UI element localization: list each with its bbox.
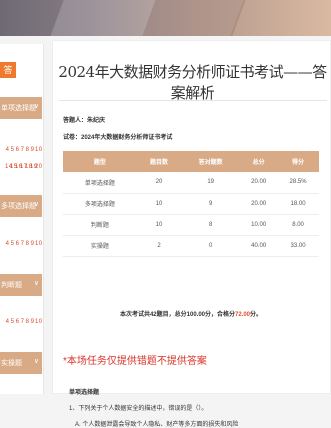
sidebar-section-label: 实操题 xyxy=(1,360,22,367)
student-name: 答题人：朱纪庆 xyxy=(63,118,106,124)
answer-sheet-tag: 答 xyxy=(0,62,16,78)
divider xyxy=(59,100,327,101)
question-number[interactable]: 10 xyxy=(35,315,42,329)
table-cell: 20.00 xyxy=(240,172,278,194)
paper-name: 试卷：2024年大数据财务分析师证书考试 xyxy=(63,135,173,141)
table-cell: 单项选择题 xyxy=(63,172,137,194)
answer-analysis-card: 2024年大数据财务分析师证书考试——答案解析 答题人：朱纪庆 试卷：2024年… xyxy=(52,40,331,428)
question-number-row: 45678910 xyxy=(0,315,42,329)
column-header: 题型 xyxy=(63,151,137,172)
column-header: 得分 xyxy=(277,151,319,172)
chevron-down-icon: ∨ xyxy=(33,358,39,365)
table-cell: 33.00 xyxy=(277,235,319,257)
question-number[interactable]: 10 xyxy=(35,237,42,251)
sidebar-section-label: 判断题 xyxy=(1,282,22,289)
table-cell: 40.00 xyxy=(240,235,278,257)
page-title: 2024年大数据财务分析师证书考试——答案解析 xyxy=(58,63,327,102)
table-cell: 0 xyxy=(181,235,241,257)
column-header: 总分 xyxy=(240,151,278,172)
answer-notice: *本场任务仅提供错题不提供答案 xyxy=(63,356,207,367)
table-row: 实操题 2 0 40.00 33.00 xyxy=(63,235,319,257)
section-heading: 单项选择题 xyxy=(69,390,100,396)
column-header: 答对题数 xyxy=(181,151,241,172)
score-summary: 本次考试共42题目，总分100.00分，合格分72.00分。 xyxy=(63,309,319,318)
table-cell: 19 xyxy=(181,172,241,194)
table-cell: 18.00 xyxy=(277,193,319,215)
summary-text: 本次考试共42题目，总分100.00分，合格分 xyxy=(119,312,235,318)
table-cell: 8 xyxy=(181,214,241,236)
question-number[interactable]: 10 xyxy=(35,143,42,157)
table-cell: 2 xyxy=(136,235,182,257)
banner-decoration xyxy=(140,0,250,36)
sidebar-section-label: 单项选择题 xyxy=(1,105,36,112)
question-number-row: 45678910 xyxy=(0,237,42,251)
table-cell: 20.00 xyxy=(240,193,278,215)
chevron-down-icon: ∨ xyxy=(33,103,39,110)
chevron-down-icon: ∨ xyxy=(33,280,39,287)
question-text: 1、下列关于个人数据安全的描述中，错误的是（）。 xyxy=(69,406,208,412)
sidebar-section-true-false[interactable]: 判断题 ∨ xyxy=(0,274,42,296)
question-number-row: 14151617181920 xyxy=(0,160,42,174)
sidebar-section-multiple-choice[interactable]: 多项选择题 ∨ xyxy=(0,195,42,217)
table-cell: 8.00 xyxy=(277,214,319,236)
sidebar-section-practical[interactable]: 实操题 ∨ xyxy=(0,352,42,374)
pass-score: 72.00 xyxy=(235,312,251,318)
table-row: 判断题 10 8 10.00 8.00 xyxy=(63,214,319,236)
table-cell: 判断题 xyxy=(63,214,137,236)
table-cell: 28.5% xyxy=(277,172,319,194)
table-cell: 实操题 xyxy=(63,235,137,257)
table-cell: 20 xyxy=(136,172,182,194)
question-number-row: 45678910 xyxy=(0,143,42,157)
table-cell: 10 xyxy=(136,214,182,236)
table-cell: 10 xyxy=(136,193,182,215)
score-table: 题型 题目数 答对题数 总分 得分 单项选择题 20 19 20.00 28.5… xyxy=(63,151,319,257)
table-cell: 9 xyxy=(181,193,241,215)
summary-suffix: 分。 xyxy=(250,312,263,318)
table-cell: 多项选择题 xyxy=(63,193,137,215)
question-option[interactable]: A. 个人数据泄露会导致个人隐私、财产等多方面的损失和风险 xyxy=(75,419,238,428)
column-header: 题目数 xyxy=(136,151,182,172)
table-row: 单项选择题 20 19 20.00 28.5% xyxy=(63,172,319,194)
table-row: 多项选择题 10 9 20.00 18.00 xyxy=(63,193,319,215)
header-banner xyxy=(0,0,331,36)
chevron-down-icon: ∨ xyxy=(33,201,39,208)
sidebar-section-label: 多项选择题 xyxy=(1,203,36,210)
question-number[interactable]: 20 xyxy=(35,160,42,174)
table-cell: 10.00 xyxy=(240,214,278,236)
sidebar-section-single-choice[interactable]: 单项选择题 ∨ xyxy=(0,97,42,119)
table-header-row: 题型 题目数 答对题数 总分 得分 xyxy=(63,151,319,172)
